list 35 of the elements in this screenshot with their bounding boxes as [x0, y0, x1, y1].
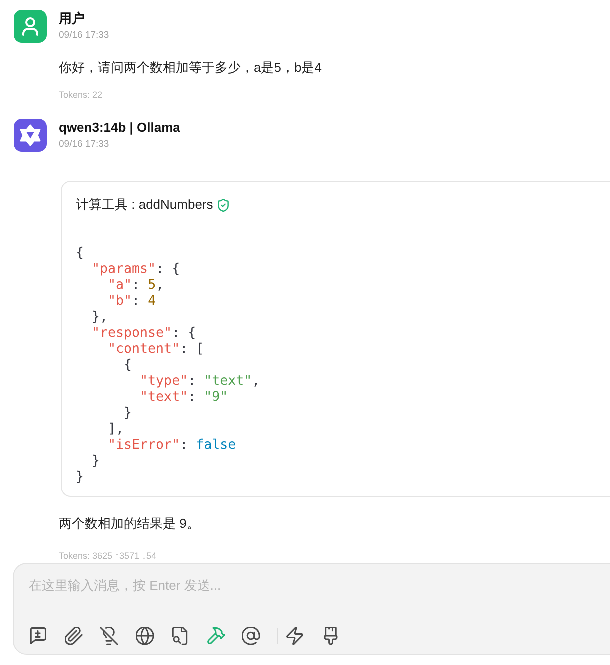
- token-count: Tokens: 22: [59, 89, 104, 101]
- brush-icon[interactable]: [322, 627, 340, 645]
- code-line: "content": [: [107, 342, 206, 358]
- code-line: {: [76, 246, 86, 262]
- lightbulb-off-icon[interactable]: [100, 627, 118, 645]
- code-line: {: [123, 358, 134, 374]
- message-text: 你好，请问两个数相加等于多少，a是5，b是4: [59, 59, 323, 77]
- code-line: }: [76, 470, 86, 486]
- code-line: "b": 4: [107, 294, 158, 310]
- bot-avatar-icon: [14, 119, 47, 152]
- author-name: qwen3:14b | Ollama: [59, 119, 182, 137]
- lightning-icon[interactable]: [286, 627, 304, 645]
- code-line: }: [91, 454, 102, 470]
- token-count: Tokens: 3625 ↑3571 ↓54: [59, 550, 158, 562]
- file-search-icon[interactable]: [171, 627, 189, 645]
- timestamp: 09/16 17:33: [59, 29, 110, 43]
- at-sign-icon[interactable]: [242, 627, 260, 645]
- code-line: },: [91, 310, 110, 326]
- code-line: }: [123, 406, 134, 422]
- code-line: "a": 5,: [107, 278, 166, 294]
- code-line: "type": "text",: [139, 374, 262, 390]
- message-input[interactable]: 在这里输入消息，按 Enter 发送...: [29, 577, 429, 595]
- code-line: "isError": false: [107, 438, 238, 454]
- code-line: "text": "9": [139, 390, 230, 406]
- timestamp: 09/16 17:33: [59, 138, 110, 152]
- author-name: 用户: [59, 10, 86, 28]
- tool-call-title: 计算工具 : addNumbers: [76, 196, 214, 214]
- code-line: "response": {: [91, 326, 198, 342]
- message-plus-icon[interactable]: [29, 627, 47, 645]
- message-text: 两个数相加的结果是 9。: [59, 515, 201, 533]
- paperclip-icon[interactable]: [64, 627, 82, 645]
- code-line: ],: [107, 422, 126, 438]
- code-line: "params": {: [91, 262, 182, 278]
- user-avatar-icon: [14, 10, 47, 43]
- globe-icon[interactable]: [136, 627, 154, 645]
